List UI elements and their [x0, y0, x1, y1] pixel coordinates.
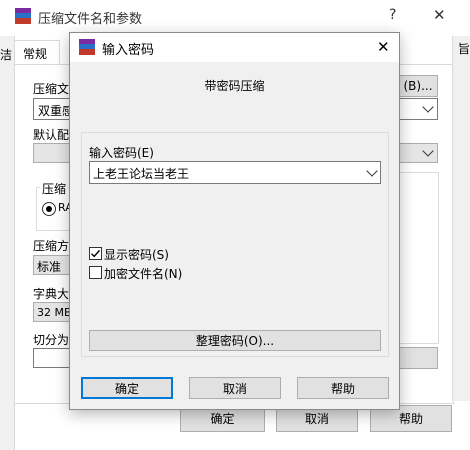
- dialog-title: 输入密码: [102, 43, 155, 58]
- browse-button[interactable]: (B)...: [398, 75, 438, 97]
- dict-size-label: 字典大: [33, 287, 70, 301]
- left-sliver: [0, 36, 15, 450]
- help-icon[interactable]: ?: [389, 7, 396, 23]
- dialog-close-icon[interactable]: ✕: [377, 38, 390, 56]
- dialog-heading: 带密码压缩: [204, 79, 265, 93]
- method-select[interactable]: 标准: [33, 255, 73, 275]
- dialog-ok-label: 确定: [114, 381, 139, 396]
- encrypt-filenames-checkbox[interactable]: [89, 266, 102, 279]
- close-icon[interactable]: ✕: [433, 6, 446, 24]
- dialog-help-label: 帮助: [330, 381, 355, 396]
- password-dialog: 输入密码 ✕ 带密码压缩 输入密码(E) 上老王论坛当老王 显示密码(S) 加密…: [69, 32, 400, 410]
- chevron-down-icon: [422, 101, 434, 113]
- parent-title-bar: 压缩文件名和参数 ? ✕: [0, 0, 470, 32]
- tab-general-label: 常规: [23, 47, 48, 61]
- show-password-label: 显示密码(S): [104, 248, 169, 262]
- parent-cancel-label: 取消: [304, 412, 329, 426]
- dialog-cancel-label: 取消: [222, 381, 247, 396]
- right-panel-box: [400, 172, 439, 344]
- split-label: 切分为: [33, 333, 70, 347]
- encrypt-filenames-label: 加密文件名(N): [104, 267, 183, 281]
- split-input[interactable]: [33, 348, 73, 368]
- chevron-down-icon: [422, 145, 434, 157]
- show-password-checkbox[interactable]: [89, 247, 102, 260]
- dialog-title-bar: 输入密码 ✕: [70, 33, 399, 62]
- method-label: 压缩方: [33, 239, 70, 253]
- dict-size-select[interactable]: 32 MB: [33, 302, 73, 322]
- format-group-label: 压缩: [40, 180, 69, 197]
- parent-ok-label: 确定: [210, 412, 235, 426]
- organize-passwords-label: 整理密码(O)...: [195, 334, 275, 348]
- browse-button-label: (B)...: [403, 79, 433, 93]
- right-button-fragment[interactable]: [400, 347, 438, 369]
- default-profile-label: 默认配: [33, 128, 70, 142]
- right-sliver: [452, 36, 470, 401]
- dict-size-value: 32 MB: [37, 306, 72, 319]
- tab-general[interactable]: 常规: [14, 40, 60, 65]
- password-label: 输入密码(E): [89, 146, 154, 160]
- parent-title: 压缩文件名和参数: [38, 12, 143, 27]
- organize-passwords-button[interactable]: 整理密码(O)...: [89, 330, 381, 351]
- method-value: 标准: [37, 260, 62, 274]
- checkmark-icon: [91, 249, 101, 258]
- winrar-icon: [79, 39, 95, 55]
- parent-help-label: 帮助: [398, 412, 423, 426]
- dialog-help-button[interactable]: 帮助: [297, 377, 389, 399]
- winrar-icon: [15, 8, 31, 24]
- dialog-cancel-button[interactable]: 取消: [189, 377, 281, 399]
- password-value: 上老王论坛当老王: [93, 167, 190, 181]
- dialog-ok-button[interactable]: 确定: [81, 377, 173, 399]
- chevron-down-icon: [366, 165, 378, 177]
- archive-name-label: 压缩文: [33, 82, 70, 96]
- password-input[interactable]: 上老王论坛当老王: [89, 161, 381, 184]
- right-sliver-text: 旨: [458, 42, 470, 56]
- left-sliver-text: 洁: [0, 48, 13, 62]
- format-radio[interactable]: [42, 202, 56, 216]
